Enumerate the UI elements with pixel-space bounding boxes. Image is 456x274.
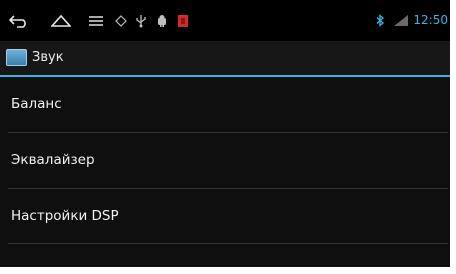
status-clock: 12:50 xyxy=(413,13,448,27)
device-screen: 12:50 Звук Баланс Эквалайзер Настройки D… xyxy=(0,0,450,267)
sd-card-icon xyxy=(176,0,190,41)
back-icon[interactable] xyxy=(8,0,30,41)
page-title: Звук xyxy=(32,50,64,65)
list-divider xyxy=(8,243,448,244)
list-item-dsp-settings[interactable]: Настройки DSP xyxy=(0,189,450,244)
list-item-label: Эквалайзер xyxy=(11,152,95,168)
list-item-balance[interactable]: Баланс xyxy=(0,77,450,132)
list-item-label: Баланс xyxy=(11,96,62,112)
menu-icon[interactable] xyxy=(86,0,106,41)
action-bar: Звук xyxy=(0,41,450,75)
android-debug-icon xyxy=(154,0,170,41)
list-item-label: Настройки DSP xyxy=(11,208,119,224)
signal-icon xyxy=(392,0,410,41)
usb-icon xyxy=(134,0,148,41)
gps-icon xyxy=(114,0,128,41)
home-icon[interactable] xyxy=(50,0,72,41)
bluetooth-icon xyxy=(373,0,387,41)
list-item-equalizer[interactable]: Эквалайзер xyxy=(0,133,450,188)
sound-settings-icon[interactable] xyxy=(6,49,27,66)
status-bar: 12:50 xyxy=(0,0,450,41)
